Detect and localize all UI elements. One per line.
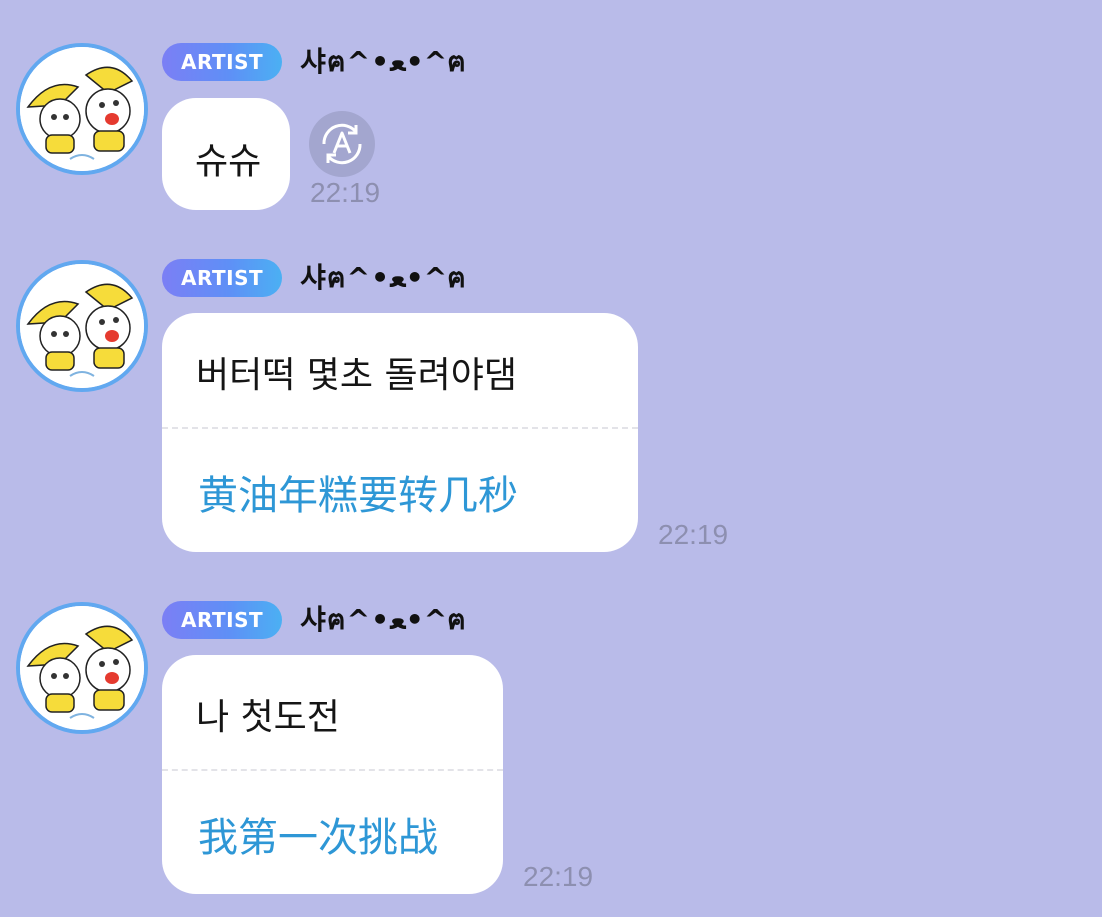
auto-translate-icon — [322, 123, 362, 165]
message-text: 나 첫도전 — [196, 697, 340, 738]
avatar[interactable] — [16, 602, 148, 734]
translation-divider — [162, 427, 638, 429]
message-header: ARTIST 샤ฅ^•ﻌ•^ฅ — [162, 600, 467, 640]
cartoon-cats-umbrella-icon — [20, 264, 144, 388]
cartoon-cats-umbrella-icon — [20, 47, 144, 171]
username[interactable]: 샤ฅ^•ﻌ•^ฅ — [300, 256, 467, 300]
avatar[interactable] — [16, 260, 148, 392]
username[interactable]: 샤ฅ^•ﻌ•^ฅ — [300, 40, 467, 84]
avatar[interactable] — [16, 43, 148, 175]
message-header: ARTIST 샤ฅ^•ﻌ•^ฅ — [162, 258, 467, 298]
message-time: 22:19 — [658, 519, 729, 550]
message-bubble[interactable]: 나 첫도전 我第一次挑战 — [162, 655, 503, 894]
artist-badge: ARTIST — [162, 43, 283, 81]
cartoon-cats-umbrella-icon — [20, 606, 144, 730]
message-text: 슈슈 — [195, 141, 262, 182]
translation-text: 我第一次挑战 — [198, 815, 438, 861]
message-time: 22:19 — [523, 861, 594, 892]
translation-divider — [162, 769, 503, 771]
username[interactable]: 샤ฅ^•ﻌ•^ฅ — [300, 598, 467, 642]
message-time: 22:19 — [310, 177, 381, 208]
artist-badge: ARTIST — [162, 601, 283, 639]
message-bubble[interactable]: 슈슈 — [162, 98, 290, 210]
translate-button[interactable] — [309, 111, 375, 177]
message-bubble[interactable]: 버터떡 몇초 돌려야댐 黄油年糕要转几秒 — [162, 313, 638, 552]
message-text: 버터떡 몇초 돌려야댐 — [196, 355, 517, 396]
artist-badge: ARTIST — [162, 259, 283, 297]
message-header: ARTIST 샤ฅ^•ﻌ•^ฅ — [162, 42, 467, 82]
translation-text: 黄油年糕要转几秒 — [198, 473, 518, 519]
